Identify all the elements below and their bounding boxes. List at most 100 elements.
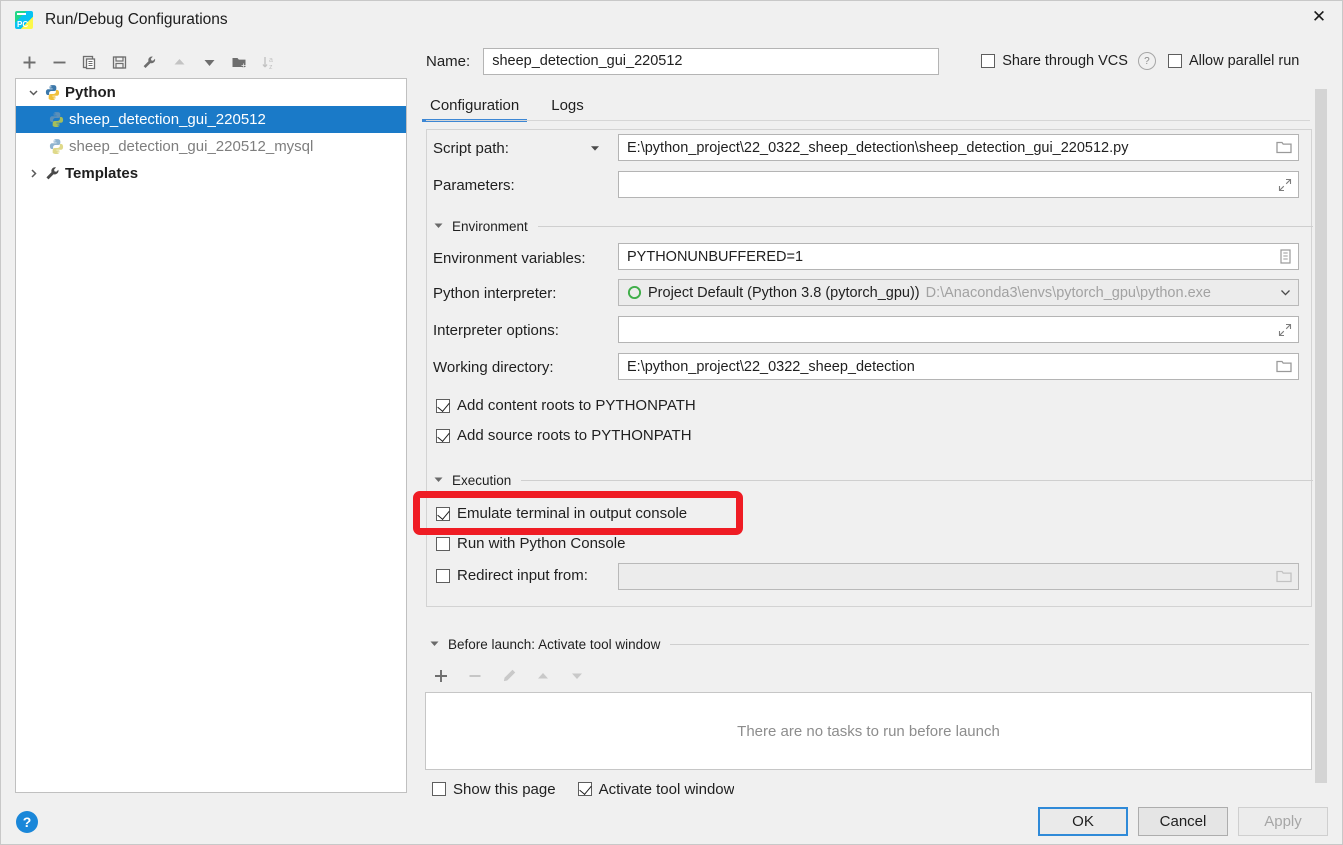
task-move-down-button[interactable] [562, 662, 592, 690]
twisty-expanded-icon[interactable] [429, 638, 440, 652]
cancel-button[interactable]: Cancel [1138, 807, 1228, 836]
ok-button[interactable]: OK [1038, 807, 1128, 836]
tree-node-python[interactable]: Python [16, 79, 406, 106]
working-directory-label: Working directory: [433, 358, 554, 376]
list-edit-icon[interactable] [1279, 249, 1292, 264]
python-interpreter-path-hint: D:\Anaconda3\envs\pytorch_gpu\python.exe [925, 284, 1211, 301]
copy-configuration-button[interactable] [75, 48, 103, 76]
section-divider [537, 226, 1313, 227]
configurations-toolbar: a z [15, 46, 407, 78]
help-icon[interactable]: ? [16, 811, 38, 833]
environment-variables-input[interactable]: PYTHONUNBUFFERED=1 [618, 243, 1299, 270]
header-options: Share through VCS ? Allow parallel run [981, 52, 1299, 70]
tree-node-sheep-detection-gui-220512[interactable]: sheep_detection_gui_220512 [16, 106, 406, 133]
parameters-label-row: Parameters: [433, 171, 515, 199]
redirect-input-path-field[interactable] [618, 563, 1299, 590]
dialog-title: Run/Debug Configurations [45, 10, 228, 28]
checkbox-box [436, 506, 450, 521]
interpreter-options-label: Interpreter options: [433, 321, 559, 339]
allow-parallel-run-label: Allow parallel run [1188, 53, 1300, 69]
name-input[interactable] [483, 47, 940, 75]
configurations-tree[interactable]: Python sheep_detection_gui_220512 sheep_… [15, 78, 407, 793]
python-interpreter-select[interactable]: Project Default (Python 3.8 (pytorch_gpu… [618, 279, 1299, 306]
parameters-input[interactable] [618, 171, 1299, 198]
run-with-python-console-label: Run with Python Console [457, 535, 626, 552]
edit-templates-button[interactable] [135, 48, 163, 76]
checkbox-box [577, 782, 592, 796]
move-up-button[interactable] [165, 48, 193, 76]
configuration-scrollbar[interactable] [1314, 87, 1328, 787]
activate-tool-window-checkbox[interactable]: Activate tool window [577, 781, 735, 797]
folder-icon[interactable] [1276, 569, 1292, 584]
tree-node-label: sheep_detection_gui_220512_mysql [69, 138, 314, 155]
expand-icon[interactable] [1278, 323, 1292, 337]
tree-node-templates[interactable]: Templates [16, 160, 406, 187]
task-move-up-button[interactable] [528, 662, 558, 690]
emulate-terminal-checkbox[interactable]: Emulate terminal in output console [436, 505, 687, 522]
folder-icon[interactable] [1276, 359, 1292, 374]
show-this-page-label: Show this page [453, 781, 556, 797]
activate-tool-window-label: Activate tool window [598, 781, 735, 797]
tab-logs[interactable]: Logs [547, 97, 600, 121]
working-directory-input[interactable]: E:\python_project\22_0322_sheep_detectio… [618, 353, 1299, 380]
redirect-input-label: Redirect input from: [457, 567, 588, 584]
interpreter-options-input[interactable] [618, 316, 1299, 343]
python-icon [49, 139, 64, 154]
folder-icon[interactable] [1276, 140, 1292, 155]
python-interpreter-label: Python interpreter: [433, 284, 557, 302]
script-path-label-row: Script path: [433, 134, 509, 162]
expand-icon[interactable] [1278, 178, 1292, 192]
svg-text:a: a [269, 57, 273, 64]
tree-node-sheep-detection-gui-220512-mysql[interactable]: sheep_detection_gui_220512_mysql [16, 133, 406, 160]
twisty-expanded-icon[interactable] [433, 474, 444, 488]
working-directory-label-row: Working directory: [433, 353, 554, 381]
allow-parallel-run-checkbox[interactable]: Allow parallel run [1167, 53, 1300, 69]
twisty-collapsed-icon[interactable] [22, 168, 44, 179]
new-folder-button[interactable] [225, 48, 253, 76]
add-task-button[interactable] [426, 662, 456, 690]
remove-task-button[interactable] [460, 662, 490, 690]
before-launch-section-header[interactable]: Before launch: Activate tool window [429, 637, 1309, 652]
name-row: Name: Share through VCS ? Allow parallel… [426, 47, 1328, 75]
wrench-icon [46, 167, 59, 180]
run-with-python-console-checkbox[interactable]: Run with Python Console [436, 535, 625, 552]
before-launch-toolbar [426, 661, 592, 691]
save-configuration-button[interactable] [105, 48, 133, 76]
question-mark-icon[interactable]: ? [1137, 52, 1156, 70]
environment-section-title: Environment [452, 219, 528, 234]
edit-task-button[interactable] [494, 662, 524, 690]
checkbox-box [436, 536, 450, 551]
chevron-down-icon[interactable] [1279, 286, 1292, 299]
python-interpreter-value: Project Default (Python 3.8 (pytorch_gpu… [648, 284, 920, 301]
tab-configuration[interactable]: Configuration [421, 97, 535, 122]
checkbox-box [436, 398, 450, 413]
add-content-roots-label: Add content roots to PYTHONPATH [457, 397, 696, 414]
twisty-expanded-icon[interactable] [22, 87, 44, 98]
before-launch-task-list[interactable]: There are no tasks to run before launch [425, 692, 1312, 770]
script-path-mode-dropdown[interactable] [584, 134, 606, 162]
move-down-button[interactable] [195, 48, 223, 76]
emulate-terminal-label: Emulate terminal in output console [457, 505, 688, 522]
add-source-roots-label: Add source roots to PYTHONPATH [457, 427, 692, 444]
run-debug-configurations-dialog: Run/Debug Configurations ✕ [0, 0, 1343, 845]
redirect-input-checkbox[interactable]: Redirect input from: [436, 567, 588, 584]
close-icon[interactable]: ✕ [1296, 1, 1342, 32]
remove-configuration-button[interactable] [45, 48, 73, 76]
apply-button[interactable]: Apply [1238, 807, 1328, 836]
add-configuration-button[interactable] [15, 48, 43, 76]
add-source-roots-checkbox[interactable]: Add source roots to PYTHONPATH [436, 427, 692, 444]
interpreter-options-label-row: Interpreter options: [433, 316, 559, 344]
checkbox-box [436, 568, 450, 583]
tree-node-label: Python [65, 84, 116, 101]
share-through-vcs-checkbox[interactable]: Share through VCS [981, 53, 1128, 69]
script-path-input[interactable]: E:\python_project\22_0322_sheep_detectio… [618, 134, 1299, 161]
environment-section-header[interactable]: Environment [433, 219, 1313, 234]
show-this-page-checkbox[interactable]: Show this page [432, 781, 556, 797]
scrollbar-thumb[interactable] [1315, 89, 1327, 783]
twisty-expanded-icon[interactable] [433, 220, 444, 234]
python-interpreter-label-row: Python interpreter: [433, 279, 556, 307]
sort-configurations-button[interactable]: a z [255, 48, 283, 76]
add-content-roots-checkbox[interactable]: Add content roots to PYTHONPATH [436, 397, 696, 414]
execution-section-header[interactable]: Execution [433, 473, 1313, 488]
checkbox-box [436, 428, 450, 443]
